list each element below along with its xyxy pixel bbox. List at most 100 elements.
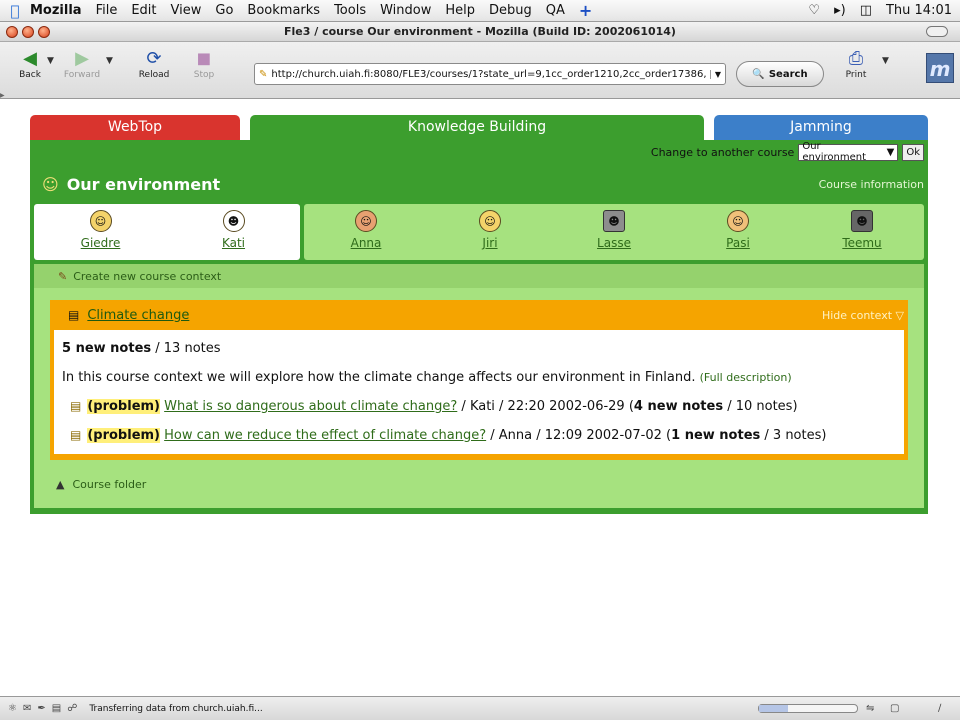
navigator-icon[interactable]: ⚛ — [8, 703, 17, 714]
note-thread: ▤ (problem) What is so dangerous about cl… — [62, 398, 896, 415]
url-field[interactable]: ✎ http://church.uiah.fi:8080/FLE3/course… — [254, 63, 726, 85]
menu-help[interactable]: Help — [445, 3, 475, 18]
menu-view[interactable]: View — [171, 3, 202, 18]
knowledge-building-panel: Change to another course Our environment… — [30, 140, 928, 514]
menu-bookmarks[interactable]: Bookmarks — [247, 3, 320, 18]
note-new-count: 4 new notes — [633, 399, 724, 414]
reload-button[interactable]: ⟳ Reload — [134, 48, 174, 80]
apple-menu-icon[interactable]:  — [0, 2, 30, 20]
course-folder-row[interactable]: ▲ Course folder — [34, 460, 924, 508]
menu-file[interactable]: File — [96, 3, 118, 18]
app-menu[interactable]: Mozilla — [30, 3, 82, 18]
toolbar-grip-icon[interactable]: ▶ — [0, 92, 5, 99]
smiley-avatar-icon: ☺ — [89, 210, 112, 232]
new-notes-count: 5 new notes — [62, 341, 152, 356]
resize-grip-icon[interactable]: ∕ — [938, 703, 941, 714]
hide-context-label: Hide context — [821, 308, 893, 322]
url-value: http://church.uiah.fi:8080/FLE3/courses/… — [271, 68, 707, 80]
course-title-text: Our environment — [66, 174, 221, 194]
course-header: ☺ Our environment Course information — [34, 164, 924, 204]
menu-debug[interactable]: Debug — [489, 3, 532, 18]
site-icon: ✎ — [259, 68, 268, 80]
mail-icon[interactable]: ✉ — [23, 703, 31, 714]
menu-qa[interactable]: QA — [546, 3, 565, 18]
url-history-dropdown[interactable]: ▼ — [709, 69, 721, 79]
create-context-link[interactable]: Create new course context — [73, 270, 221, 283]
participant-name[interactable]: Jiri — [482, 236, 497, 250]
hide-context-link[interactable]: Hide context ▽ — [822, 309, 904, 322]
note-title-link[interactable]: What is so dangerous about climate chang… — [164, 399, 457, 414]
create-context-row[interactable]: ✎ Create new course context — [34, 264, 924, 288]
participant-name[interactable]: Teemu — [842, 236, 881, 250]
tab-knowledge-building[interactable]: Knowledge Building — [250, 115, 704, 140]
course-folder-link[interactable]: Course folder — [72, 478, 146, 491]
participant-name[interactable]: Pasi — [726, 236, 750, 250]
connection-icon[interactable]: ⇋ — [866, 703, 874, 714]
forward-button[interactable]: ▶ Forward — [62, 48, 102, 80]
menu-edit[interactable]: Edit — [131, 3, 156, 18]
change-course-row: Change to another course Our environment… — [34, 140, 924, 164]
security-lock-icon[interactable]: ▢ — [890, 703, 899, 714]
tab-jamming[interactable]: Jamming — [714, 115, 928, 140]
participant-jiri[interactable]: ☺ Jiri — [428, 204, 552, 260]
volume-icon[interactable]: ▸) — [834, 3, 846, 18]
context-title-link[interactable]: Climate change — [87, 308, 189, 323]
participant-name[interactable]: Anna — [351, 236, 382, 250]
tab-webtop[interactable]: WebTop — [30, 115, 240, 140]
chevron-down-icon: ▼ — [886, 146, 895, 158]
full-description-link[interactable]: (Full description) — [700, 371, 792, 384]
back-button[interactable]: ◀ Back — [10, 48, 50, 80]
progress-fill — [759, 705, 789, 712]
note-title-link[interactable]: How can we reduce the effect of climate … — [164, 428, 486, 443]
ok-button[interactable]: Ok — [902, 143, 924, 161]
battery-icon[interactable]: ◫ — [860, 3, 872, 18]
participant-lasse[interactable]: ☻ Lasse — [552, 204, 676, 260]
menu-tools[interactable]: Tools — [334, 3, 366, 18]
participant-pasi[interactable]: ☺ Pasi — [676, 204, 800, 260]
participant-kati[interactable]: ☻ Kati — [167, 204, 300, 260]
reload-label: Reload — [138, 70, 170, 80]
toolbar-toggle-button[interactable] — [926, 26, 948, 37]
menu-window[interactable]: Window — [380, 3, 431, 18]
note-total-count: / 3 notes) — [760, 428, 827, 443]
plus-icon[interactable]: + — [579, 1, 592, 20]
note-meta: / Kati / 22:20 2002-06-29 — [457, 399, 629, 414]
navigation-toolbar: ▶ ◀ Back ▼ ▶ Forward ▼ ⟳ Reload ◼ Stop ✎… — [0, 42, 960, 99]
zoom-window-button[interactable] — [38, 25, 50, 38]
close-window-button[interactable] — [6, 25, 18, 38]
course-select[interactable]: Our environment ▼ — [798, 141, 899, 163]
printer-icon: ⎙ — [848, 48, 864, 69]
participant-name[interactable]: Lasse — [597, 236, 631, 250]
note-icon: ▤ — [70, 399, 82, 413]
search-button[interactable]: 🔍 Search — [736, 61, 824, 87]
reload-icon: ⟳ — [146, 48, 162, 69]
mozilla-logo-icon[interactable]: m — [926, 53, 954, 83]
stop-button[interactable]: ◼ Stop — [184, 48, 224, 80]
back-history-dropdown[interactable]: ▼ — [47, 56, 54, 66]
back-arrow-icon: ◀ — [23, 48, 37, 69]
course-information-link[interactable]: Course information — [819, 178, 924, 191]
clock[interactable]: Thu 14:01 — [886, 3, 952, 18]
context-description: In this course context we will explore h… — [62, 369, 896, 386]
participant-name[interactable]: Giedre — [81, 236, 121, 250]
forward-history-dropdown[interactable]: ▼ — [106, 56, 113, 66]
airport-icon[interactable]: ♡ — [808, 3, 820, 18]
irc-icon[interactable]: ☍ — [67, 703, 77, 714]
stop-icon: ◼ — [196, 48, 212, 69]
composer-icon[interactable]: ✒ — [37, 703, 45, 714]
participant-teemu[interactable]: ☻ Teemu — [800, 204, 924, 260]
participant-giedre[interactable]: ☺ Giedre — [34, 204, 167, 260]
note-meta: / Anna / 12:09 2002-07-02 — [486, 428, 667, 443]
context-name: ▤ Climate change — [68, 308, 189, 323]
print-dropdown[interactable]: ▼ — [882, 56, 889, 66]
menu-go[interactable]: Go — [215, 3, 233, 18]
participant-anna[interactable]: ☺ Anna — [304, 204, 428, 260]
photo-avatar-icon: ☻ — [603, 210, 625, 232]
address-book-icon[interactable]: ▤ — [52, 703, 61, 714]
print-button[interactable]: ⎙ Print — [836, 48, 876, 80]
status-bar: ⚛ ✉ ✒ ▤ ☍ Transferring data from church.… — [0, 696, 960, 720]
context-box: ▤ Climate change Hide context ▽ 5 new no… — [50, 300, 908, 460]
minimize-window-button[interactable] — [22, 25, 34, 38]
participant-name[interactable]: Kati — [222, 236, 245, 250]
context-header: ▤ Climate change Hide context ▽ — [54, 300, 904, 330]
